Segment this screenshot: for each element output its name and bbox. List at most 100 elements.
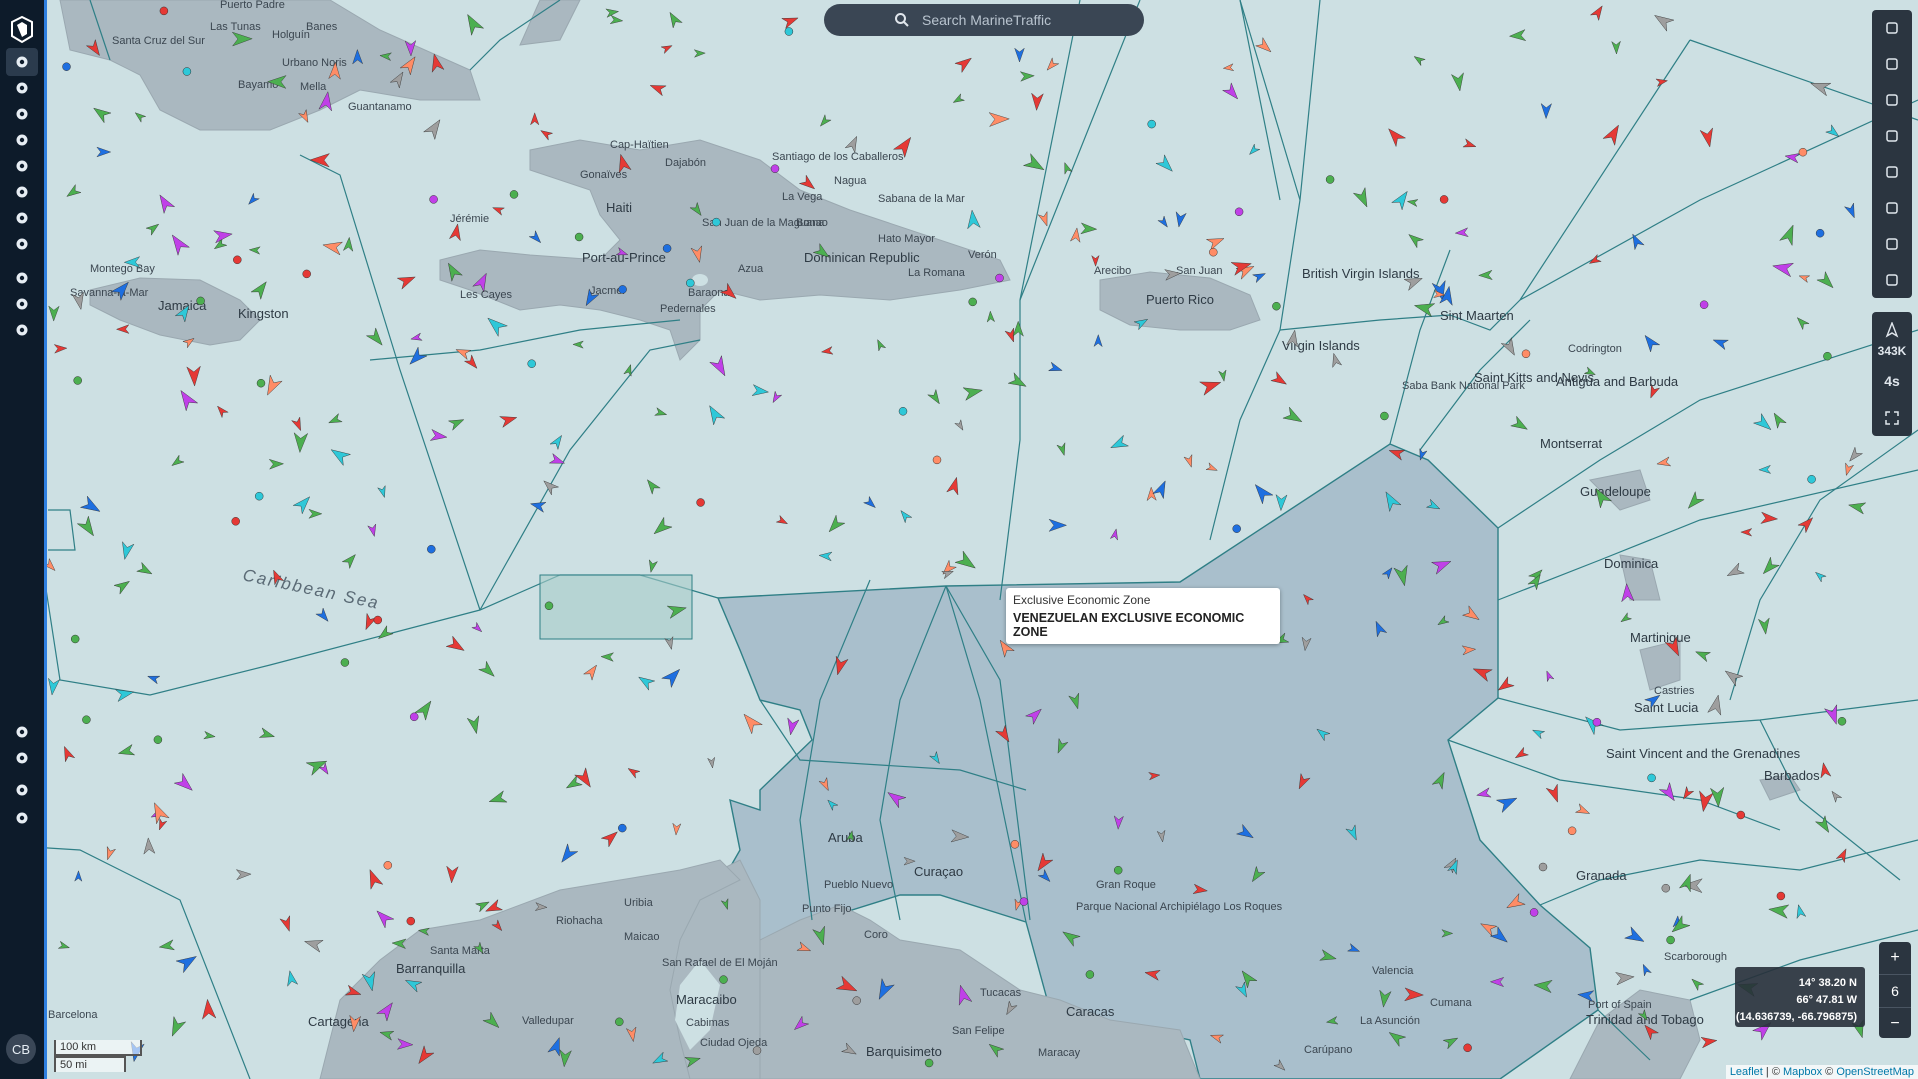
vessel-anchored-marker[interactable] (1815, 228, 1825, 238)
vessel-anchored-marker[interactable] (662, 244, 672, 253)
vessel-anchored-marker[interactable] (1272, 301, 1281, 311)
vessel-anchored-marker[interactable] (73, 376, 82, 385)
play-button[interactable] (1872, 226, 1912, 262)
sidebar-help-button[interactable] (6, 804, 38, 832)
vessel-anchored-marker[interactable] (618, 285, 627, 294)
vessel-anchored-marker[interactable] (427, 544, 436, 554)
vessel-anchored-marker[interactable] (719, 975, 728, 984)
vessel-anchored-marker[interactable] (752, 1046, 762, 1055)
vessel-anchored-marker[interactable] (1798, 147, 1808, 157)
sidebar-bell-button[interactable] (6, 776, 38, 804)
vessel-anchored-marker[interactable] (1380, 411, 1389, 421)
vessel-anchored-marker[interactable] (1807, 475, 1816, 484)
fullscreen-button[interactable] (1872, 400, 1912, 436)
sidebar-fleet-button[interactable] (6, 264, 38, 292)
vessel-anchored-marker[interactable] (1823, 351, 1832, 361)
vessel-anchored-marker[interactable] (1439, 195, 1449, 204)
vessel-anchored-marker[interactable] (1085, 970, 1095, 979)
sidebar-tag-button[interactable] (6, 718, 38, 746)
vessel-anchored-marker[interactable] (196, 296, 205, 306)
vessel-anchored-marker[interactable] (1567, 826, 1577, 836)
map-button[interactable] (1872, 10, 1912, 46)
vessel-anchored-marker[interactable] (1232, 524, 1241, 533)
layers-button[interactable] (1872, 118, 1912, 154)
sidebar-antenna-button[interactable] (6, 178, 38, 206)
vessel-anchored-marker[interactable] (615, 1017, 624, 1027)
vessel-anchored-marker[interactable] (1019, 897, 1029, 906)
vessel-anchored-marker[interactable] (373, 615, 383, 625)
vessel-anchored-marker[interactable] (686, 278, 695, 288)
vessel-anchored-marker[interactable] (1736, 810, 1746, 820)
vessel-anchored-marker[interactable] (527, 359, 536, 368)
vessel-anchored-marker[interactable] (1776, 891, 1786, 901)
vessel-anchored-marker[interactable] (1113, 865, 1123, 875)
vessel-anchored-marker[interactable] (383, 861, 393, 870)
leaflet-link[interactable]: Leaflet (1730, 1066, 1763, 1078)
sidebar-image-button[interactable] (6, 204, 38, 232)
vessel-anchored-marker[interactable] (1661, 883, 1671, 893)
vessel-anchored-marker[interactable] (1325, 175, 1335, 184)
vessel-anchored-marker[interactable] (62, 62, 71, 71)
vessel-anchored-marker[interactable] (159, 6, 169, 16)
sidebar-shield-button[interactable] (6, 316, 38, 344)
search-input[interactable] (920, 11, 1074, 29)
vessel-anchored-marker[interactable] (995, 273, 1004, 283)
vessel-anchored-marker[interactable] (1699, 300, 1709, 309)
vessel-anchored-marker[interactable] (233, 255, 242, 265)
vessel-anchored-marker[interactable] (968, 297, 977, 307)
search-bar[interactable] (824, 4, 1144, 36)
vessel-anchored-marker[interactable] (898, 407, 908, 416)
filter-button[interactable] (1872, 46, 1912, 82)
refresh-rate[interactable]: 4s (1872, 362, 1912, 400)
vessel-anchored-marker[interactable] (1521, 349, 1531, 359)
vessel-anchored-marker[interactable] (1209, 247, 1218, 257)
heart-button[interactable] (1872, 82, 1912, 118)
vessel-anchored-marker[interactable] (256, 378, 266, 388)
vessel-anchored-marker[interactable] (409, 712, 419, 722)
vessel-anchored-marker[interactable] (852, 996, 861, 1005)
vessel-anchored-marker[interactable] (1529, 908, 1539, 917)
vessel-anchored-marker[interactable] (1234, 207, 1244, 217)
vessel-anchored-marker[interactable] (302, 269, 311, 279)
vessel-anchored-marker[interactable] (70, 634, 80, 644)
vessel-anchored-marker[interactable] (231, 517, 240, 526)
vessel-anchored-marker[interactable] (1592, 717, 1602, 727)
sidebar-chart-button[interactable] (6, 290, 38, 318)
vessel-anchored-marker[interactable] (618, 823, 627, 833)
sidebar-satellite-button[interactable] (6, 126, 38, 154)
zoom-out-button[interactable]: − (1879, 1008, 1911, 1040)
vessel-anchored-marker[interactable] (1647, 773, 1656, 783)
vessel-anchored-marker[interactable] (712, 217, 721, 227)
vessel-anchored-marker[interactable] (770, 164, 780, 173)
user-avatar[interactable]: CB (6, 1034, 36, 1064)
vessel-anchored-marker[interactable] (574, 232, 584, 242)
marinetraffic-logo[interactable] (6, 14, 38, 46)
vessel-anchored-marker[interactable] (509, 190, 519, 199)
vessel-anchored-marker[interactable] (1837, 717, 1847, 726)
vessel-anchored-marker[interactable] (924, 1058, 934, 1068)
vessel-anchored-marker[interactable] (254, 491, 264, 501)
vessel-anchored-marker[interactable] (340, 658, 350, 667)
vessel-anchored-marker[interactable] (82, 715, 91, 724)
vessel-anchored-marker[interactable] (153, 735, 163, 744)
measure-button[interactable] (1872, 190, 1912, 226)
mapbox-link[interactable]: Mapbox (1783, 1066, 1822, 1078)
vessel-anchored-marker[interactable] (544, 601, 554, 611)
sidebar-globe-button[interactable] (6, 48, 38, 76)
vessel-anchored-marker[interactable] (1666, 935, 1675, 945)
vessel-anchored-marker[interactable] (784, 27, 794, 36)
sidebar-book-button[interactable] (6, 152, 38, 180)
vessel-anchored-marker[interactable] (1010, 840, 1020, 849)
map-canvas[interactable]: Puerto Padre Las Tunas BanesHolguín Santa C… (0, 0, 1918, 1079)
navigation-button[interactable] (1872, 262, 1912, 298)
sidebar-anchor-button[interactable] (6, 100, 38, 128)
vessel-anchored-marker[interactable] (1538, 862, 1548, 872)
osm-link[interactable]: OpenStreetMap (1836, 1066, 1914, 1078)
vessel-anchored-marker[interactable] (1147, 119, 1156, 129)
vessel-anchored-marker[interactable] (182, 67, 192, 76)
vessel-anchored-marker[interactable] (932, 455, 942, 465)
zoom-in-button[interactable]: + (1879, 942, 1911, 974)
weather-button[interactable] (1872, 154, 1912, 190)
sidebar-ship-button[interactable] (6, 74, 38, 102)
sidebar-database-button[interactable] (6, 744, 38, 772)
